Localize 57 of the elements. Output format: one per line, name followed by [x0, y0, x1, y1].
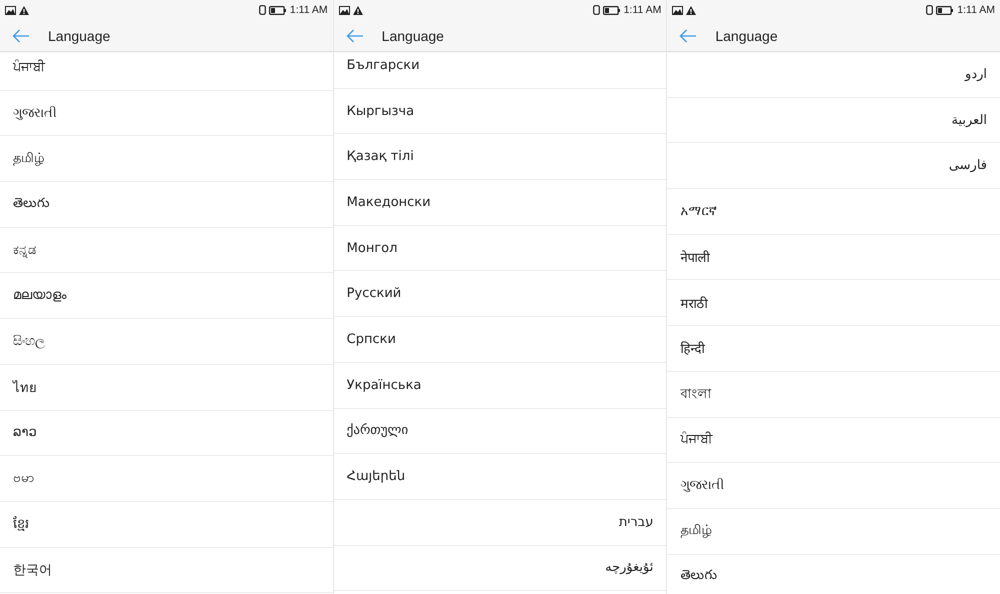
- image-icon: [672, 6, 684, 14]
- warning-icon: [19, 6, 29, 14]
- language-item[interactable]: አማርኛ: [667, 189, 1000, 235]
- battery-icon: [936, 6, 954, 14]
- image-icon: [5, 6, 16, 14]
- warning-icon: [686, 6, 696, 14]
- screen-title: Language: [715, 28, 778, 44]
- status-time: 1:11 AM: [624, 4, 662, 16]
- vibrate-icon: [258, 5, 266, 15]
- status-time: 1:11 AM: [290, 4, 328, 16]
- language-item[interactable]: ગુજરાતી: [0, 90, 333, 136]
- screen-title: Language: [48, 28, 110, 44]
- language-item[interactable]: עברית: [334, 500, 666, 546]
- battery-icon: [602, 6, 620, 14]
- language-item[interactable]: فارسی: [667, 143, 1000, 190]
- battery-icon: [268, 6, 286, 14]
- language-item[interactable]: ਪੰਜਾਬੀ: [667, 418, 1000, 464]
- language-item[interactable]: العربية: [667, 98, 1000, 144]
- language-item[interactable]: தமிழ்: [0, 136, 333, 182]
- language-item[interactable]: ਪੰਜਾਬੀ: [0, 52, 333, 91]
- language-item[interactable]: Български: [334, 52, 666, 89]
- language-item[interactable]: ગુજરાતી: [667, 463, 1000, 509]
- language-item[interactable]: Монгол: [334, 226, 666, 272]
- language-item[interactable]: Қазақ тілі: [334, 134, 666, 180]
- language-item[interactable]: සිංහල: [0, 319, 333, 365]
- language-item[interactable]: ລາວ: [0, 410, 333, 456]
- vibrate-icon: [592, 5, 600, 15]
- language-item[interactable]: Кыргызча: [334, 88, 666, 134]
- screen-title: Language: [382, 28, 444, 44]
- back-arrow-icon[interactable]: [679, 28, 698, 42]
- language-item[interactable]: ქართული: [334, 408, 666, 454]
- language-item[interactable]: मराठी: [667, 280, 1000, 326]
- language-item[interactable]: বাংলা: [667, 372, 1000, 418]
- vibrate-icon: [926, 5, 934, 15]
- language-item[interactable]: తెలుగు: [0, 182, 333, 228]
- language-item[interactable]: Հայերեն: [334, 454, 666, 500]
- language-item[interactable]: ខ្មែរ: [0, 502, 333, 548]
- warning-icon: [352, 6, 363, 14]
- language-item[interactable]: 한국어: [0, 548, 333, 594]
- image-icon: [338, 6, 350, 14]
- language-item[interactable]: ไทย: [0, 364, 333, 410]
- language-item[interactable]: اردو: [667, 52, 1000, 98]
- language-item[interactable]: Русский: [334, 271, 666, 318]
- status-time: 1:11 AM: [957, 4, 996, 16]
- language-item[interactable]: ئۇيغۇرچە: [334, 546, 666, 592]
- language-item[interactable]: Українська: [334, 362, 666, 408]
- back-arrow-icon[interactable]: [12, 28, 30, 42]
- language-item[interactable]: Српски: [334, 317, 666, 363]
- language-item[interactable]: नेपाली: [667, 234, 1000, 280]
- language-item[interactable]: हिन्दी: [667, 326, 1000, 372]
- language-item[interactable]: ಕನ್ನಡ: [0, 228, 333, 274]
- language-item[interactable]: ဗမာ: [0, 456, 333, 502]
- language-item[interactable]: తెలుగు: [667, 554, 1000, 594]
- language-item[interactable]: தமிழ்: [667, 508, 1000, 555]
- language-item[interactable]: Македонски: [334, 180, 666, 226]
- back-arrow-icon[interactable]: [346, 28, 364, 42]
- language-item[interactable]: മലയാളം: [0, 273, 333, 320]
